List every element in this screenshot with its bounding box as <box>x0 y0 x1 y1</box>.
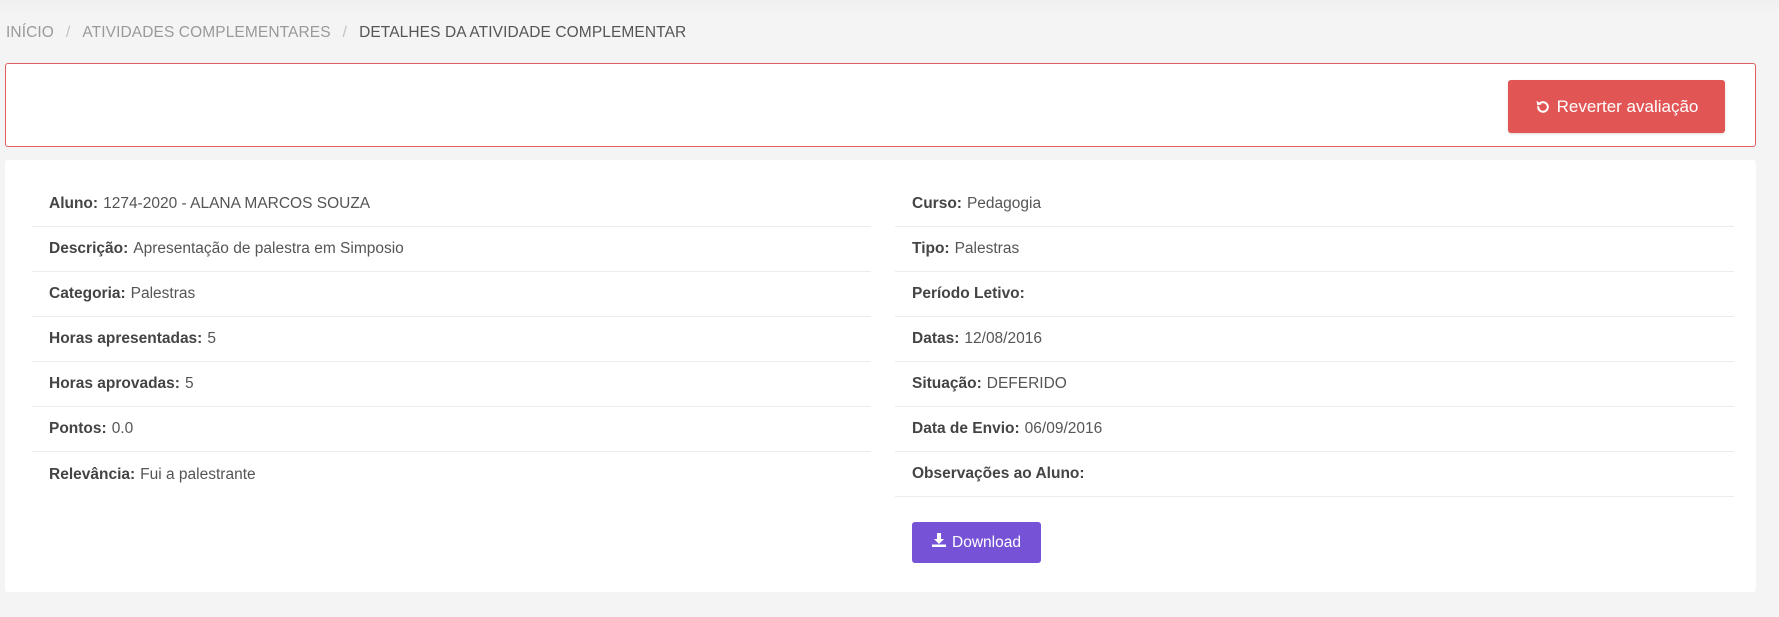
detail-value: 12/08/2016 <box>964 330 1042 347</box>
detail-row-points: Pontos: 0.0 <box>32 407 871 452</box>
detail-row-student-notes: Observações ao Aluno: <box>895 452 1734 497</box>
detail-value: DEFERIDO <box>986 375 1067 392</box>
breadcrumb-home-link[interactable]: INÍCIO <box>6 24 54 42</box>
download-button[interactable]: Download <box>912 522 1041 563</box>
detail-value: Apresentação de palestra em Simposio <box>133 240 404 257</box>
detail-row-dates: Datas: 12/08/2016 <box>895 317 1734 362</box>
detail-label: Curso: <box>912 195 962 212</box>
detail-label: Situação: <box>912 375 982 392</box>
download-icon <box>932 533 947 552</box>
detail-value: 06/09/2016 <box>1024 420 1103 437</box>
activity-details-card: Aluno: 1274-2020 - ALANA MARCOS SOUZA De… <box>5 160 1756 592</box>
detail-row-type: Tipo: Palestras <box>895 227 1734 272</box>
detail-label: Descrição: <box>49 240 129 257</box>
detail-label: Data de Envio: <box>912 420 1020 437</box>
details-right-column: Curso: Pedagogia Tipo: Palestras Período… <box>895 182 1734 563</box>
undo-icon <box>1535 99 1551 115</box>
detail-row-description: Descrição: Apresentação de palestra em S… <box>32 227 871 272</box>
breadcrumb-separator: / <box>342 24 348 41</box>
detail-value: 0.0 <box>111 420 134 437</box>
details-left-column: Aluno: 1274-2020 - ALANA MARCOS SOUZA De… <box>32 182 871 497</box>
breadcrumb: INÍCIO / ATIVIDADES COMPLEMENTARES / DET… <box>6 24 686 42</box>
detail-value: Palestras <box>130 285 196 302</box>
detail-row-academic-period: Período Letivo: <box>895 272 1734 317</box>
detail-row-category: Categoria: Palestras <box>32 272 871 317</box>
detail-row-course: Curso: Pedagogia <box>895 182 1734 227</box>
detail-row-status: Situação: DEFERIDO <box>895 362 1734 407</box>
breadcrumb-activities-link[interactable]: ATIVIDADES COMPLEMENTARES <box>82 24 330 42</box>
detail-label: Horas apresentadas: <box>49 330 203 347</box>
detail-label: Pontos: <box>49 420 107 437</box>
detail-label: Aluno: <box>49 195 99 212</box>
detail-label: Período Letivo: <box>912 285 1025 302</box>
detail-row-relevance: Relevância: Fui a palestrante <box>32 452 871 497</box>
detail-label: Datas: <box>912 330 960 347</box>
detail-value: Pedagogia <box>966 195 1042 212</box>
breadcrumb-current: DETALHES DA ATIVIDADE COMPLEMENTAR <box>359 24 687 41</box>
detail-label: Relevância: <box>49 465 136 483</box>
detail-label: Categoria: <box>49 285 126 302</box>
detail-label: Observações ao Aluno: <box>912 465 1085 482</box>
topbar-shadow <box>0 0 1779 14</box>
detail-row-submission-date: Data de Envio: 06/09/2016 <box>895 407 1734 452</box>
detail-row-student: Aluno: 1274-2020 - ALANA MARCOS SOUZA <box>32 182 871 227</box>
breadcrumb-separator: / <box>65 24 71 41</box>
revert-evaluation-label: Reverter avaliação <box>1556 96 1699 116</box>
detail-label: Tipo: <box>912 240 950 257</box>
detail-label: Horas aprovadas: <box>49 375 180 392</box>
detail-value: Fui a palestrante <box>140 465 256 483</box>
download-label: Download <box>952 533 1021 551</box>
revert-evaluation-button[interactable]: Reverter avaliação <box>1508 80 1725 133</box>
detail-value: Palestras <box>954 240 1020 257</box>
action-panel: Reverter avaliação <box>5 63 1756 147</box>
detail-value: 5 <box>207 330 216 347</box>
detail-value: 5 <box>184 375 194 392</box>
detail-row-presented-hours: Horas apresentadas: 5 <box>32 317 871 362</box>
detail-row-approved-hours: Horas aprovadas: 5 <box>32 362 871 407</box>
detail-value: 1274-2020 - ALANA MARCOS SOUZA <box>103 195 371 212</box>
